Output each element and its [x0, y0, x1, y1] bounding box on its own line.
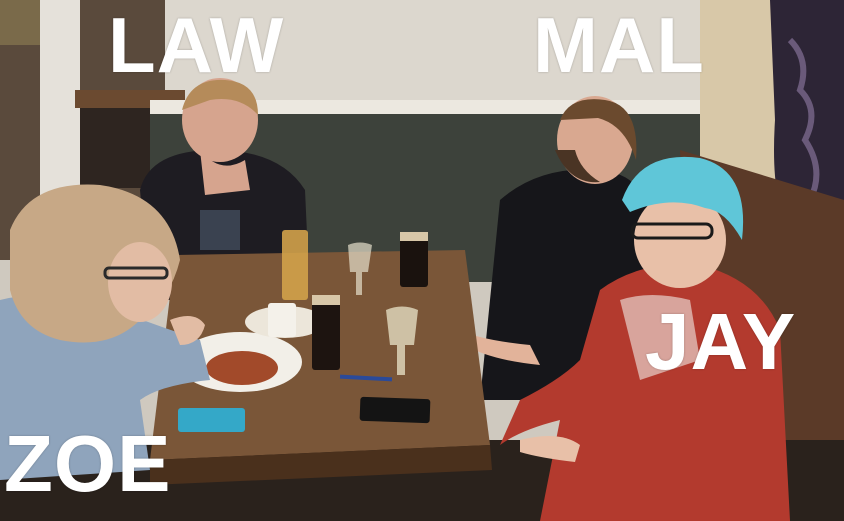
soup — [206, 351, 278, 385]
stout-head-left — [312, 295, 340, 305]
label-law: LAW — [108, 1, 285, 89]
pillar — [40, 0, 80, 200]
photo-frame: LAW MAL JAY ZOE — [0, 0, 844, 521]
left-window — [0, 0, 40, 45]
stout-glass-left — [312, 295, 340, 370]
label-jay: JAY — [645, 297, 797, 386]
stout-head-right — [400, 232, 428, 241]
label-mal: MAL — [533, 1, 705, 89]
label-zoe: ZOE — [4, 419, 172, 508]
phone-black — [359, 396, 431, 424]
napkin — [268, 303, 296, 337]
lager-glass — [282, 230, 308, 300]
phone-blue — [178, 408, 245, 432]
